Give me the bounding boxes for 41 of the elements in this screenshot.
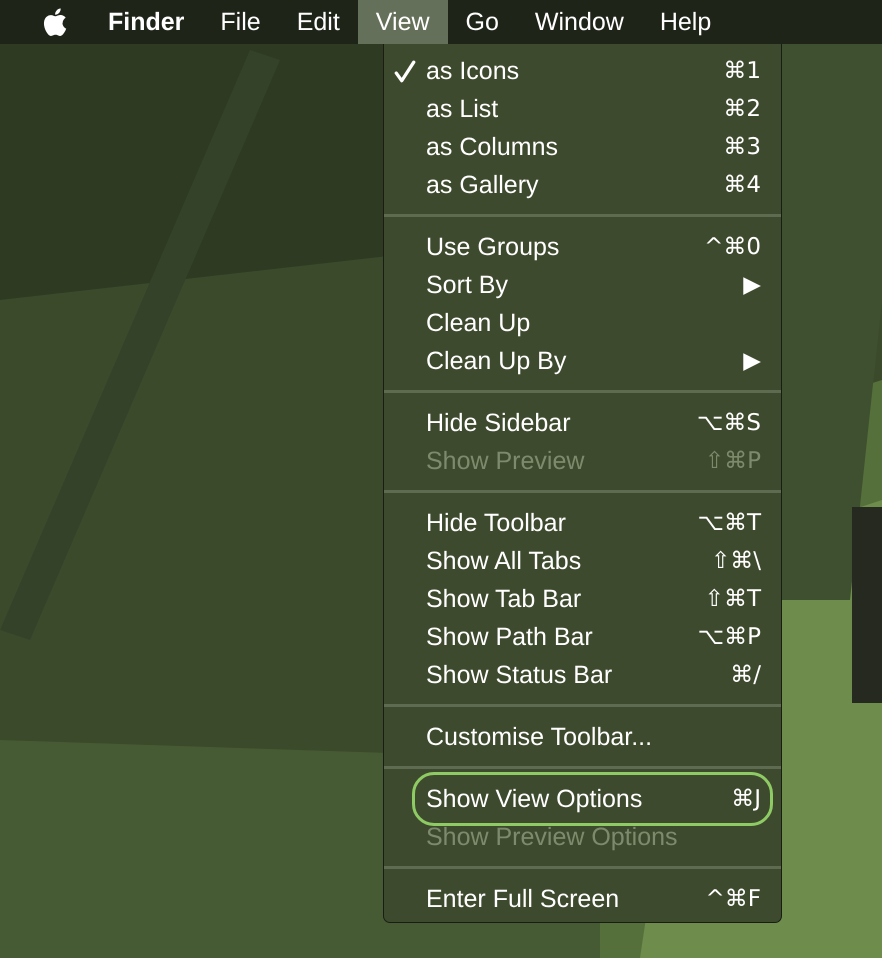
menu-item[interactable]: as Icons ⌘1 (384, 52, 781, 90)
menu-item[interactable]: Show View Options ⌘J (384, 780, 781, 818)
shortcut-text: ⌘4 (723, 172, 761, 198)
menu-item[interactable]: Clean Up (384, 304, 781, 342)
menu-item[interactable]: Customise Toolbar... (384, 718, 781, 756)
menu-item[interactable]: Use Groups ^⌘0 (384, 228, 781, 266)
menu-item[interactable]: Show Status Bar ⌘/ (384, 656, 781, 694)
shortcut-text: ⌘2 (723, 96, 761, 122)
shortcut-text: ⇧⌘T (704, 586, 761, 612)
shortcut-text: ⌥⌘P (698, 624, 761, 650)
menu-item[interactable]: Sort By ▶ (384, 266, 781, 304)
menu-item[interactable]: Show Tab Bar ⇧⌘T (384, 580, 781, 618)
menu-title[interactable]: Help (642, 0, 730, 44)
checkmark-icon (394, 60, 416, 84)
menu-item[interactable]: Enter Full Screen ^⌘F (384, 880, 781, 918)
shortcut-text: ⌘J (731, 786, 761, 812)
shortcut-text: ⌥⌘T (697, 510, 761, 536)
menu-title[interactable]: File (202, 0, 279, 44)
menu-item[interactable]: as List ⌘2 (384, 90, 781, 128)
shortcut-text: ^⌘F (705, 886, 761, 912)
shortcut-text: ⌥⌘S (696, 410, 761, 436)
shortcut-text: ⌘3 (723, 134, 761, 160)
menu-item[interactable]: as Columns ⌘3 (384, 128, 781, 166)
shortcut-text: ▶ (743, 348, 761, 374)
menu-title[interactable]: Edit (278, 0, 358, 44)
shortcut-text: ▶ (743, 272, 761, 298)
menu-title[interactable]: Window (516, 0, 642, 44)
menu-title[interactable]: Finder (90, 0, 202, 44)
shortcut-text: ⌘/ (730, 662, 761, 688)
menu-item[interactable]: Hide Toolbar ⌥⌘T (384, 504, 781, 542)
menu-item[interactable]: Clean Up By ▶ (384, 342, 781, 380)
menu-title[interactable]: Go (448, 0, 517, 44)
menu-title[interactable]: View (358, 0, 448, 44)
shortcut-text: ⇧⌘\ (710, 548, 761, 574)
shortcut-text: ⌘1 (723, 58, 761, 84)
menu-item[interactable]: Show Path Bar ⌥⌘P (384, 618, 781, 656)
shortcut-text: ⇧⌘P (704, 448, 761, 474)
shortcut-text: ^⌘0 (704, 234, 761, 260)
menu-item[interactable]: as Gallery ⌘4 (384, 166, 781, 204)
menu-item[interactable]: Show All Tabs ⇧⌘\ (384, 542, 781, 580)
menu-item[interactable]: Hide Sidebar ⌥⌘S (384, 404, 781, 442)
